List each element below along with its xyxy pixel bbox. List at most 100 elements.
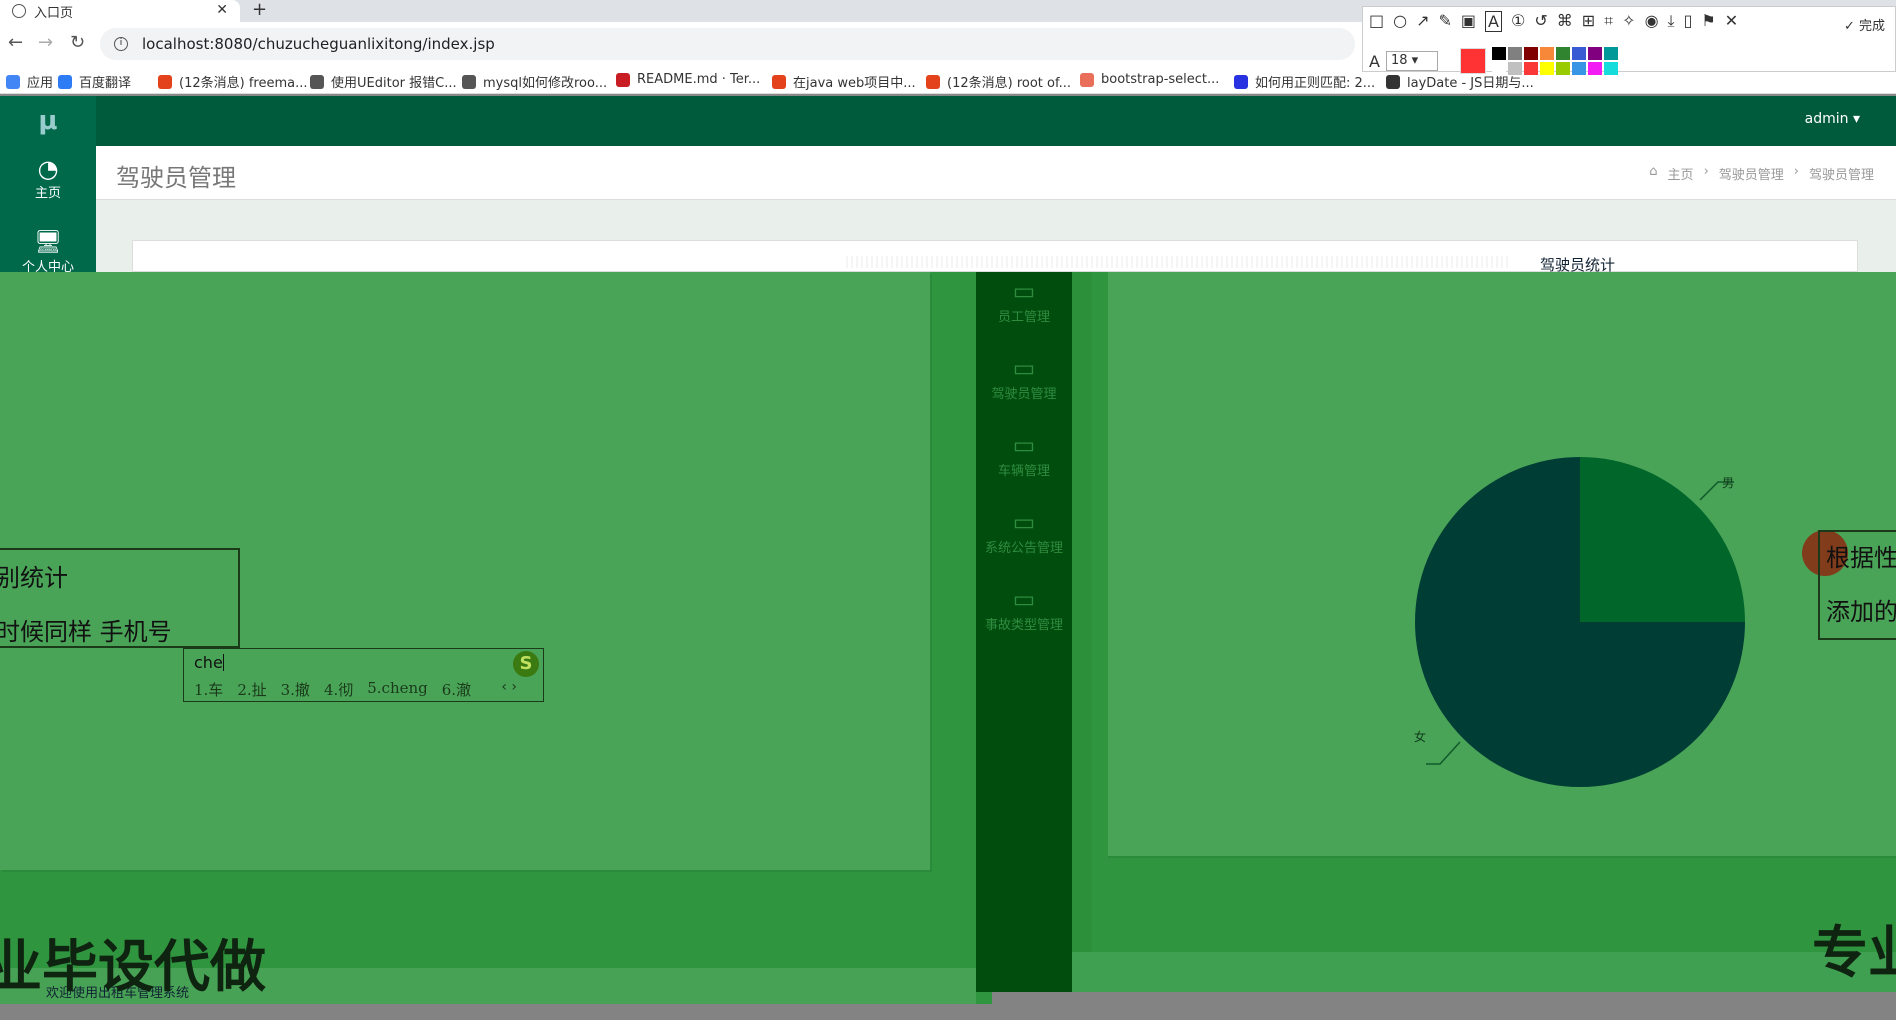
undo-icon[interactable]: ↺ [1534, 11, 1547, 32]
info-icon[interactable]: i [114, 37, 128, 51]
arrow-tool-icon[interactable]: ↗ [1416, 11, 1429, 32]
color-swatch[interactable] [1571, 62, 1586, 75]
bookmark-label: README.md · Ter... [637, 72, 761, 87]
bookmark-item[interactable]: bootstrap-select... [1080, 72, 1219, 87]
breadcrumb-current: 驾驶员管理 [1808, 168, 1874, 183]
gitee-icon [616, 72, 630, 87]
translate-icon[interactable]: ✧ [1622, 11, 1635, 32]
bookmark-save-icon[interactable]: ⚑ [1701, 11, 1715, 32]
ocr-icon[interactable]: ⊞ [1582, 11, 1595, 32]
globe-icon [12, 4, 26, 18]
layui-icon [1386, 74, 1400, 89]
number-tool-icon[interactable]: ① [1511, 11, 1525, 32]
gender-pie-chart [1415, 457, 1745, 787]
watermark-text-right: 专业 [1812, 921, 1896, 986]
bookmark-item[interactable]: 百度翻译 [58, 72, 131, 91]
pie-label-female: 女 [1414, 730, 1427, 744]
overlay-sidebar-label: 车辆管理 [997, 464, 1050, 479]
overlay-sidebar-item[interactable]: ▭ 驾驶员管理 [976, 353, 1072, 402]
ime-page-arrows-icon[interactable]: ‹ › [501, 679, 517, 695]
overlay-sidebar-item[interactable]: ▭ 员工管理 [976, 276, 1072, 325]
record-icon[interactable]: ◉ [1645, 11, 1659, 32]
color-swatch[interactable] [1603, 62, 1618, 75]
color-swatch[interactable] [1555, 62, 1570, 75]
current-color-swatch[interactable] [1459, 48, 1486, 74]
bookmark-item[interactable]: README.md · Ter... [616, 72, 760, 87]
download-icon[interactable]: ⤓ [1668, 11, 1675, 32]
reload-icon[interactable]: ↻ [70, 32, 85, 53]
sidebar-item-label: 主页 [34, 186, 61, 201]
pen-tool-icon[interactable]: ✎ [1439, 11, 1452, 32]
color-palette [1491, 47, 1618, 75]
color-swatch[interactable] [1491, 47, 1506, 60]
ime-candidate-window: che 1.车 2.扯 3.撤 4.彻 5.cheng 6.澈 ‹ › S [183, 648, 544, 702]
overlay-sidebar-item[interactable]: ▭ 车辆管理 [976, 430, 1072, 479]
close-tab-icon[interactable]: ✕ [216, 2, 228, 18]
forward-arrow-icon[interactable]: → [38, 32, 53, 53]
screen: 入口页 ✕ + ← → ↻ i localhost:8080/chuzucheg… [0, 0, 1896, 1020]
color-swatch[interactable] [1523, 47, 1538, 60]
color-swatch[interactable] [1539, 62, 1554, 75]
color-swatch[interactable] [1507, 47, 1522, 60]
bookmark-label: bootstrap-select... [1101, 72, 1220, 87]
ellipse-tool-icon[interactable]: ○ [1393, 11, 1407, 32]
bookmark-item[interactable]: 在java web项目中... [772, 72, 916, 91]
bookmark-item[interactable]: 应用 [6, 72, 53, 91]
overlay-sidebar-label: 驾驶员管理 [991, 387, 1057, 402]
bookmark-item[interactable]: (12条消息) freema... [158, 72, 307, 91]
color-swatch[interactable] [1555, 47, 1570, 60]
phone-icon[interactable]: ▯ [1684, 11, 1693, 32]
overlay-sidebar-item[interactable]: ▭ 系统公告管理 [976, 507, 1072, 556]
overlay-sidebar-item[interactable]: ▭ 事故类型管理 [976, 584, 1072, 633]
bookmark-item[interactable]: 使用UEditor 报错C... [310, 72, 457, 91]
ime-candidate[interactable]: 2.扯 [237, 679, 266, 700]
pin-icon[interactable]: ⌘ [1557, 11, 1573, 32]
color-swatch[interactable] [1507, 62, 1522, 75]
address-bar[interactable]: i localhost:8080/chuzucheguanlixitong/in… [100, 28, 1355, 60]
done-button[interactable]: ✓ 完成 [1844, 15, 1885, 34]
baidu-paw-icon [1234, 74, 1248, 89]
text-tool-icon[interactable]: A [1485, 11, 1502, 32]
bookmark-label: (12条消息) root of... [947, 76, 1071, 91]
cancel-icon[interactable]: ✕ [1725, 11, 1738, 32]
bookmark-label: 在java web项目中... [793, 76, 916, 91]
ime-candidate[interactable]: 4.彻 [324, 679, 353, 700]
color-swatch[interactable] [1603, 47, 1618, 60]
bookmark-item[interactable]: (12条消息) root of... [926, 72, 1071, 91]
rectangle-tool-icon[interactable]: □ [1369, 11, 1384, 32]
color-swatch[interactable] [1587, 47, 1602, 60]
new-tab-icon[interactable]: + [252, 0, 267, 20]
admin-user-menu[interactable]: admin ▾ [1805, 111, 1860, 127]
page-title: 驾驶员管理 [116, 164, 236, 192]
overlay-footer-right [1072, 952, 1896, 992]
breadcrumb-section[interactable]: 驾驶员管理 [1719, 164, 1784, 183]
watermark-text-left: 业毕设代做 [0, 935, 266, 1000]
browser-tab[interactable]: 入口页 ✕ [0, 0, 240, 22]
color-swatch[interactable] [1571, 47, 1586, 60]
text-cursor [223, 654, 224, 671]
breadcrumb-home[interactable]: 主页 [1668, 164, 1694, 183]
color-swatch[interactable] [1539, 47, 1554, 60]
sogou-ime-icon: S [513, 651, 539, 677]
annotation-line: 别统计 [0, 564, 68, 592]
crop-icon[interactable]: ⌗ [1604, 11, 1613, 32]
breadcrumb: ⌂ 主页 › 驾驶员管理 › 驾驶员管理 [1649, 164, 1874, 183]
ime-candidate[interactable]: 6.澈 [442, 679, 471, 700]
ime-candidate[interactable]: 5.cheng [367, 679, 428, 700]
font-size-select[interactable]: 18 ▾ [1385, 51, 1438, 71]
color-swatch[interactable] [1587, 62, 1602, 75]
color-swatch[interactable] [1523, 62, 1538, 75]
csdn-icon [772, 74, 786, 89]
ime-candidate[interactable]: 3.撤 [281, 679, 310, 700]
back-arrow-icon[interactable]: ← [8, 32, 23, 53]
monitor-icon: ▭ [1012, 585, 1036, 613]
grey-strip [992, 992, 1896, 1004]
bookmark-item[interactable]: mysql如何修改roo... [462, 72, 607, 91]
bookmark-item[interactable]: 如何用正则匹配: 2... [1234, 72, 1375, 91]
mosaic-tool-icon[interactable]: ▣ [1461, 11, 1476, 32]
ime-candidate[interactable]: 1.车 [194, 679, 223, 700]
color-swatch[interactable] [1491, 62, 1506, 75]
sidebar-item-home[interactable]: ◔ 主页 [0, 156, 96, 201]
annotation-line: 添加的 [1826, 598, 1896, 626]
sidebar-item-personal-center[interactable]: 🖥 个人中心 [0, 230, 96, 272]
